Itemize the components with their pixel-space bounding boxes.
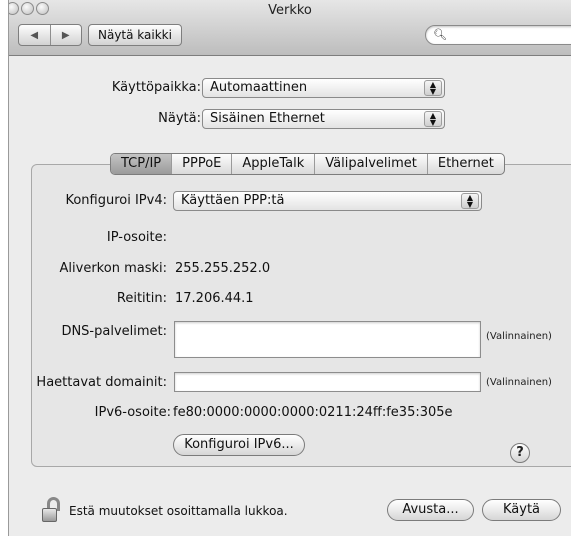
window-title: Verkko — [268, 3, 312, 18]
search-field[interactable]: 🔍︎ — [425, 25, 571, 45]
configure-ipv6-button[interactable]: Konfiguroi IPv6... — [173, 434, 305, 456]
router-label: Reititin: — [116, 291, 167, 306]
forward-arrow-icon[interactable]: ▶ — [51, 25, 82, 45]
search-domains-field[interactable] — [174, 372, 481, 392]
lock-icon[interactable] — [39, 497, 61, 523]
subnet-mask-value: 255.255.252.0 — [175, 261, 271, 276]
configure-ipv4-label: Konfiguroi IPv4: — [65, 193, 167, 208]
show-label: Näytä: — [158, 111, 201, 126]
dns-servers-label: DNS-palvelimet: — [61, 324, 167, 339]
popup-arrows-icon: ▲ ▼ — [461, 193, 479, 209]
configure-ipv4-popup[interactable]: Käyttäen PPP:tä ▲ ▼ — [173, 191, 482, 211]
search-domains-label: Haettavat domainit: — [36, 375, 167, 390]
show-all-button[interactable]: Näytä kaikki — [88, 24, 182, 46]
subnet-mask-label: Aliverkon maski: — [59, 261, 167, 276]
show-popup[interactable]: Sisäinen Ethernet ▲ ▼ — [202, 109, 445, 129]
location-label: Käyttöpaikka: — [111, 80, 201, 95]
tab-tcpip[interactable]: TCP/IP — [111, 154, 172, 174]
network-preferences-window: Verkko ◀ ▶ Näytä kaikki 🔍︎ Käyttöpaikka:… — [8, 0, 571, 536]
configure-ipv4-value: Käyttäen PPP:tä — [181, 193, 285, 208]
location-value: Automaattinen — [210, 80, 308, 95]
tab-pppoe[interactable]: PPPoE — [171, 154, 231, 174]
ipv6-address-label: IPv6-osoite: — [94, 405, 171, 420]
location-popup[interactable]: Automaattinen ▲ ▼ — [202, 78, 445, 98]
lock-body — [42, 508, 57, 522]
dns-optional-hint: (Valinnainen) — [486, 331, 552, 342]
tab-proxies[interactable]: Välipalvelimet — [314, 154, 427, 174]
apply-button[interactable]: Käytä — [482, 499, 561, 521]
search-icon: 🔍︎ — [433, 28, 447, 41]
show-value: Sisäinen Ethernet — [210, 111, 325, 126]
tab-ethernet[interactable]: Ethernet — [426, 154, 504, 174]
search-domains-optional-hint: (Valinnainen) — [486, 377, 552, 388]
assist-button[interactable]: Avusta... — [387, 499, 474, 521]
popup-arrows-icon: ▲ ▼ — [424, 111, 442, 127]
back-arrow-icon[interactable]: ◀ — [19, 25, 51, 45]
popup-arrows-icon: ▲ ▼ — [424, 80, 442, 96]
ip-address-label: IP-osoite: — [106, 230, 167, 245]
help-button[interactable]: ? — [510, 443, 530, 463]
ipv6-address-value: fe80:0000:0000:0000:0211:24ff:fe35:305e — [173, 405, 453, 420]
router-value: 17.206.44.1 — [175, 291, 254, 306]
lock-instructions: Estä muutokset osoittamalla lukkoa. — [69, 504, 288, 518]
title-bar: Verkko ◀ ▶ Näytä kaikki 🔍︎ — [9, 0, 571, 56]
dns-servers-field[interactable] — [174, 321, 481, 358]
tab-bar: TCP/IP PPPoE AppleTalk Välipalvelimet Et… — [110, 153, 505, 175]
back-forward-control: ◀ ▶ — [18, 24, 82, 46]
tab-appletalk[interactable]: AppleTalk — [231, 154, 314, 174]
